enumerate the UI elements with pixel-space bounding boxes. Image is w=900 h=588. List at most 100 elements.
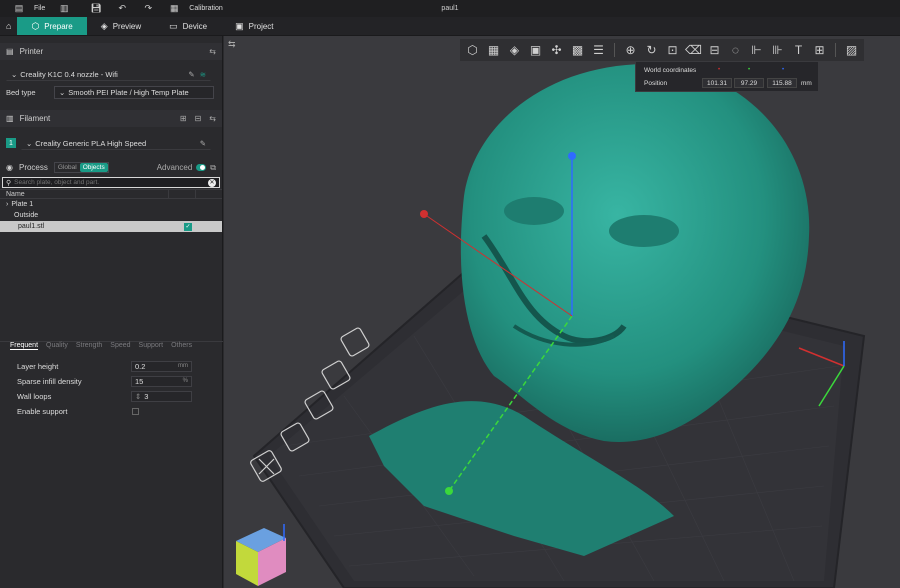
right-eye xyxy=(609,215,679,247)
rotate-icon[interactable]: ↻ xyxy=(642,41,661,60)
layers-icon: ◈ xyxy=(100,20,108,31)
tab-preview[interactable]: ◈ Preview xyxy=(87,17,155,35)
printer-select[interactable]: ⌄ Creality K1C 0.4 nozzle - Wifi ✎ ≋ xyxy=(6,68,211,81)
bed-type-value: Smooth PEI Plate / High Temp Plate xyxy=(68,87,189,97)
enable-support-checkbox[interactable] xyxy=(132,407,139,415)
file-menu[interactable]: File xyxy=(34,5,45,12)
tab-speed[interactable]: Speed xyxy=(110,342,130,352)
calibration-menu[interactable]: Calibration xyxy=(189,5,222,12)
filament-settings-icon[interactable]: ⇆ xyxy=(209,114,216,123)
redo-icon[interactable]: ↷ xyxy=(143,3,153,14)
coordinates-panel: World coordinates • • • Position 101.31 … xyxy=(635,61,819,92)
view-mode-icon[interactable]: ▨ xyxy=(842,41,861,60)
object-search-input[interactable] xyxy=(14,179,205,186)
process-icon: ◉ xyxy=(6,163,13,172)
text-tool-icon[interactable]: T xyxy=(789,41,808,60)
collapse-sidebar-icon[interactable]: ⇆ xyxy=(228,39,238,49)
calibration-icon[interactable]: ▦ xyxy=(169,3,179,14)
param-wall-loops: Wall loops ⇕ 3 xyxy=(0,389,223,403)
3d-viewport[interactable]: ⬡ ▦ ◈ ▣ ✣ ▩ ☰ ⊕ ↻ ⊡ ⌫ ⊟ ◌ ⊩ ⊪ T ⊞ ▨ ⇆ Wo… xyxy=(224,36,900,588)
split-icon[interactable]: ▩ xyxy=(568,41,587,60)
tab-prepare[interactable]: ⬡ Prepare xyxy=(17,17,87,35)
add-filament-icon[interactable]: ⊞ xyxy=(180,114,187,123)
sparse-infill-input[interactable]: 15 % xyxy=(131,375,192,387)
seam-paint-icon[interactable]: ⊪ xyxy=(768,41,787,60)
position-z-input[interactable]: 115.88 xyxy=(767,78,797,88)
filament-slot-badge[interactable]: 1 xyxy=(6,138,16,148)
tree-row-plate[interactable]: › Plate 1 xyxy=(0,199,222,210)
title-bar: paul1 ▤ File ▥ 💾︎ ↶ ↷ ▦ Calibration xyxy=(0,0,900,17)
chevron-right-icon[interactable]: › xyxy=(6,201,8,208)
wall-loops-stepper[interactable]: ⇕ 3 xyxy=(131,390,192,402)
param-value: 0.2 xyxy=(135,361,146,371)
view-cube xyxy=(236,524,286,586)
arrange-icon[interactable]: ✣ xyxy=(547,41,566,60)
orient-icon[interactable]: ◈ xyxy=(505,41,524,60)
erase-icon[interactable]: ⌫ xyxy=(684,41,703,60)
tab-frequent[interactable]: Frequent xyxy=(10,342,38,352)
tab-strength[interactable]: Strength xyxy=(76,342,102,352)
param-label: Sparse infill density xyxy=(17,376,82,386)
plate-icon[interactable]: ▣ xyxy=(526,41,545,60)
left-eye xyxy=(504,197,564,225)
printer-section-label: Printer xyxy=(19,47,44,56)
wifi-icon[interactable]: ≋ xyxy=(200,70,206,79)
name-column-header[interactable]: Name xyxy=(6,191,25,198)
edit-icon[interactable]: ✎ xyxy=(188,70,194,79)
undo-icon[interactable]: ↶ xyxy=(117,3,127,14)
seg-objects[interactable]: Objects xyxy=(79,163,108,172)
param-value: 3 xyxy=(144,391,149,401)
filament-row: 1 ⌄ Creality Generic PLA High Speed ✎ xyxy=(0,135,222,151)
cut-icon[interactable]: ⊟ xyxy=(705,41,724,60)
home-icon: ⌂ xyxy=(6,21,12,31)
filament-select[interactable]: ⌄ Creality Generic PLA High Speed ✎ xyxy=(21,137,211,150)
tab-device[interactable]: ▭ Device xyxy=(155,17,221,35)
remove-filament-icon[interactable]: ⊟ xyxy=(195,114,202,123)
monitor-icon: ▭ xyxy=(169,20,178,31)
printer-section-header: ▤ Printer ⇆ xyxy=(0,43,222,60)
stepper-icon[interactable]: ⇕ xyxy=(135,392,141,401)
layer-height-input[interactable]: 0.2 mm xyxy=(131,360,192,372)
tab-label: Project xyxy=(248,21,274,31)
tree-row-label: Plate 1 xyxy=(11,201,34,208)
printer-name: Creality K1C 0.4 nozzle - Wifi xyxy=(20,69,118,79)
object-check-icon[interactable]: ✓ xyxy=(184,222,192,231)
measure-icon[interactable]: ◌ xyxy=(726,41,745,60)
position-x-input[interactable]: 101.31 xyxy=(702,78,732,88)
left-sidebar: ▤ Printer ⇆ ⌄ Creality K1C 0.4 nozzle - … xyxy=(0,36,223,588)
column-divider xyxy=(168,190,196,198)
add-cube-icon[interactable]: ⬡ xyxy=(463,41,482,60)
clear-search-icon[interactable]: ✕ xyxy=(208,178,216,187)
seg-global[interactable]: Global xyxy=(55,163,80,172)
layers-list-icon[interactable]: ☰ xyxy=(589,41,608,60)
scene-render xyxy=(236,64,866,588)
printer-settings-icon[interactable]: ⇆ xyxy=(209,47,216,56)
tab-others[interactable]: Others xyxy=(171,342,192,352)
scale-icon[interactable]: ⊡ xyxy=(663,41,682,60)
support-paint-icon[interactable]: ⊩ xyxy=(747,41,766,60)
assembly-icon[interactable]: ⊞ xyxy=(810,41,829,60)
position-y-input[interactable]: 97.29 xyxy=(734,78,764,88)
tab-support[interactable]: Support xyxy=(139,342,164,352)
toolbar-separator xyxy=(835,43,836,57)
tree-row-outside[interactable]: Outside xyxy=(0,210,222,221)
home-tab[interactable]: ⌂ xyxy=(0,17,17,35)
advanced-toggle[interactable] xyxy=(196,164,207,171)
edit-icon[interactable]: ✎ xyxy=(200,139,206,148)
printer-row: ⌄ Creality K1C 0.4 nozzle - Wifi ✎ ≋ xyxy=(0,66,222,82)
bed-type-label: Bed type xyxy=(6,87,36,97)
process-scope-toggle[interactable]: Global Objects xyxy=(53,162,109,173)
tree-row-object[interactable]: paul1.stl ✓ xyxy=(0,221,222,232)
compare-icon[interactable]: ⧉ xyxy=(210,163,216,173)
x-axis-marker: • xyxy=(718,67,721,73)
tab-quality[interactable]: Quality xyxy=(46,342,68,352)
bed-type-select[interactable]: ⌄ Smooth PEI Plate / High Temp Plate xyxy=(54,85,214,99)
grid-icon[interactable]: ▦ xyxy=(484,41,503,60)
object-search: ⚲ ✕ xyxy=(2,177,220,188)
tab-project[interactable]: ▣ Project xyxy=(221,17,287,35)
file-icon[interactable]: ▤ xyxy=(14,3,24,14)
document-icon[interactable]: ▥ xyxy=(59,3,69,14)
save-icon[interactable]: 💾︎ xyxy=(91,3,102,14)
move-icon[interactable]: ⊕ xyxy=(621,41,640,60)
tab-label: Preview xyxy=(112,21,142,31)
